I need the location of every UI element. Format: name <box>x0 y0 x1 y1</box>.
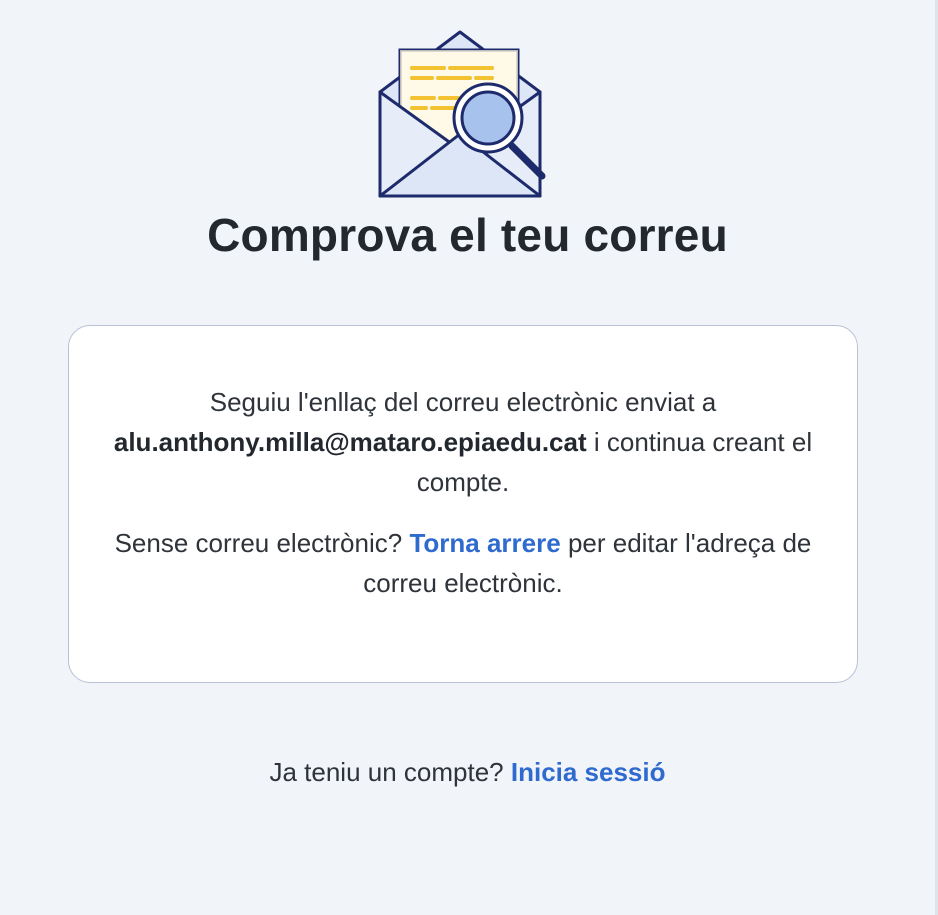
no-email-prefix: Sense correu electrònic? <box>114 528 403 558</box>
login-prompt: Ja teniu un compte? Inicia sessió <box>0 752 935 792</box>
go-back-link[interactable]: Torna arrere <box>409 528 560 558</box>
login-prompt-text: Ja teniu un compte? <box>269 757 504 787</box>
page-title: Comprova el teu correu <box>207 209 728 261</box>
envelope-search-icon <box>378 30 546 198</box>
sign-in-link[interactable]: Inicia sessió <box>511 757 666 787</box>
no-email-message: Sense correu electrònic? Torna arrere pe… <box>109 523 817 603</box>
confirmation-message: Seguiu l'enllaç del correu electrònic en… <box>109 382 817 502</box>
info-card: Seguiu l'enllaç del correu electrònic en… <box>68 325 858 683</box>
email-address: alu.anthony.milla@mataro.epiaedu.cat <box>113 427 587 457</box>
page: Comprova el teu correu Seguiu l'enllaç d… <box>0 0 938 915</box>
message-line1: Seguiu l'enllaç del correu electrònic en… <box>209 387 717 417</box>
